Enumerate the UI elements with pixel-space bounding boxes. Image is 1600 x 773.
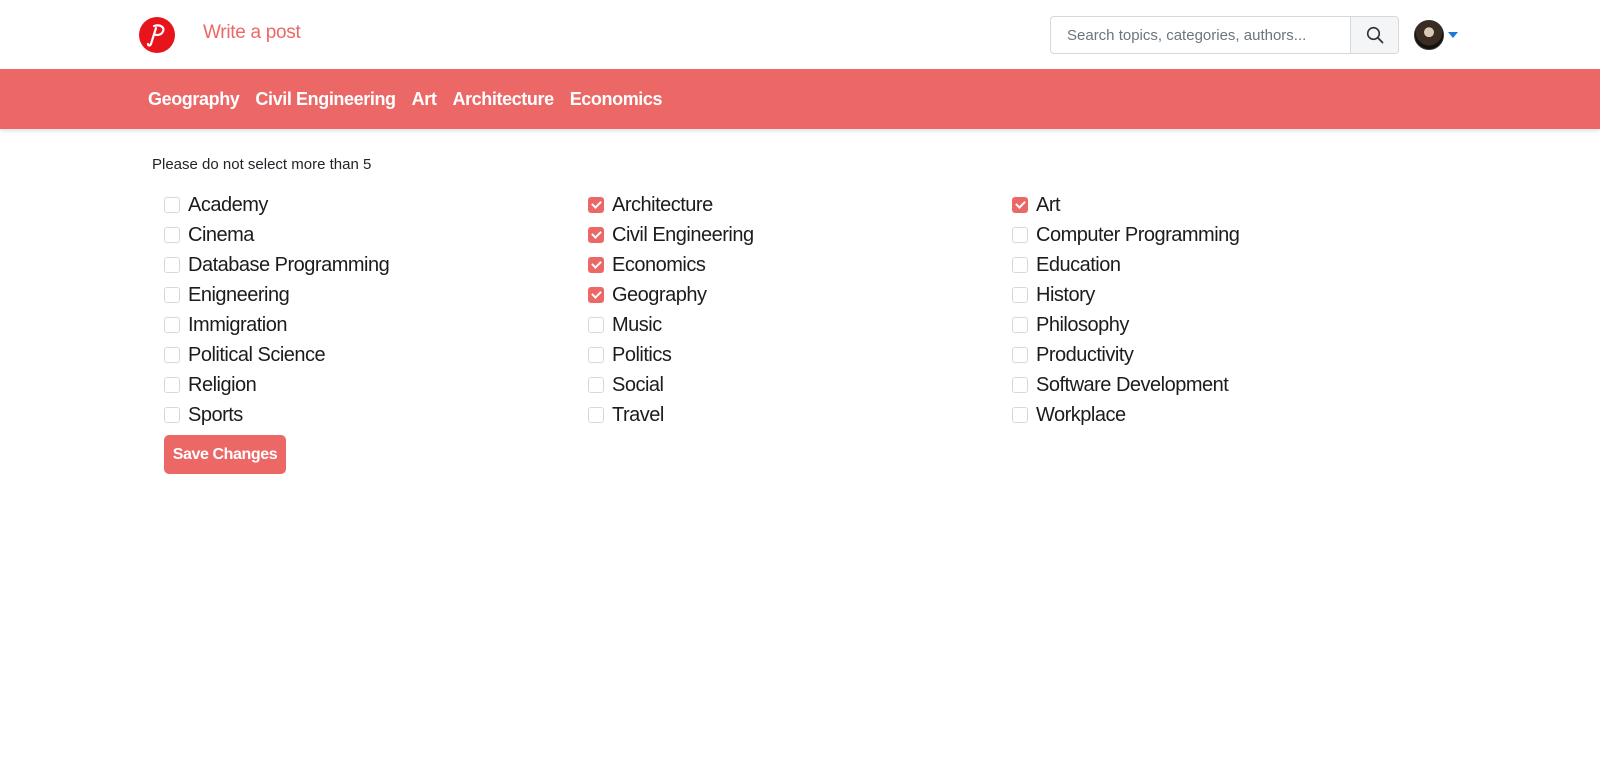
checkbox[interactable] — [1012, 257, 1028, 273]
checkbox[interactable] — [164, 287, 180, 303]
topic-label: Political Science — [188, 343, 326, 366]
topic-label: Religion — [188, 373, 257, 396]
topic-option[interactable]: Music — [588, 310, 1012, 340]
topic-option[interactable]: Database Programming — [164, 250, 588, 280]
topic-option[interactable]: Workplace — [1012, 400, 1436, 430]
topic-option[interactable]: History — [1012, 280, 1436, 310]
topic-label: Philosophy — [1036, 313, 1129, 336]
nav-item-economics[interactable]: Economics — [570, 89, 663, 110]
chevron-down-icon[interactable] — [1448, 32, 1458, 38]
topic-label: Workplace — [1036, 403, 1126, 426]
topic-label: Sports — [188, 403, 243, 426]
search-bar — [1050, 16, 1399, 54]
topic-label: Education — [1036, 253, 1121, 276]
topic-option[interactable]: Economics — [588, 250, 1012, 280]
topic-label: Database Programming — [188, 253, 390, 276]
checkbox[interactable] — [164, 227, 180, 243]
topic-option[interactable]: Immigration — [164, 310, 588, 340]
topic-label: Music — [612, 313, 662, 336]
topic-option[interactable]: Computer Programming — [1012, 220, 1436, 250]
topic-option[interactable]: Social — [588, 370, 1012, 400]
checkbox-checked[interactable] — [1012, 197, 1028, 213]
checkbox[interactable] — [1012, 227, 1028, 243]
topic-option[interactable]: Academy — [164, 190, 588, 220]
checkbox[interactable] — [164, 377, 180, 393]
topic-option[interactable]: Education — [1012, 250, 1436, 280]
checkbox[interactable] — [588, 377, 604, 393]
topic-label: Enigneering — [188, 283, 290, 306]
topic-label: Software Development — [1036, 373, 1229, 396]
topic-option[interactable]: Geography — [588, 280, 1012, 310]
topic-label: Social — [612, 373, 664, 396]
checkbox-checked[interactable] — [588, 227, 604, 243]
nav-item-civil-engineering[interactable]: Civil Engineering — [255, 89, 396, 110]
topic-option[interactable]: Politics — [588, 340, 1012, 370]
topic-label: Immigration — [188, 313, 287, 336]
checkbox[interactable] — [1012, 317, 1028, 333]
checkbox[interactable] — [588, 407, 604, 423]
topic-label: Economics — [612, 253, 706, 276]
topic-label: Art — [1036, 193, 1061, 216]
checkbox[interactable] — [164, 407, 180, 423]
checkbox-checked[interactable] — [588, 197, 604, 213]
topic-option[interactable]: Enigneering — [164, 280, 588, 310]
topic-label: Productivity — [1036, 343, 1134, 366]
topic-label: Geography — [612, 283, 707, 306]
checkbox[interactable] — [1012, 407, 1028, 423]
checkbox[interactable] — [1012, 377, 1028, 393]
topic-label: Travel — [612, 403, 664, 426]
topic-label: Cinema — [188, 223, 254, 246]
nav-item-art[interactable]: Art — [412, 89, 437, 110]
checkbox-checked[interactable] — [588, 257, 604, 273]
topic-option[interactable]: Travel — [588, 400, 1012, 430]
checkbox[interactable] — [1012, 287, 1028, 303]
topic-option[interactable]: Software Development — [1012, 370, 1436, 400]
topic-label: Politics — [612, 343, 672, 366]
checkbox[interactable] — [164, 317, 180, 333]
search-button[interactable] — [1350, 17, 1398, 53]
checkbox[interactable] — [164, 197, 180, 213]
topic-option[interactable]: Productivity — [1012, 340, 1436, 370]
checkbox-checked[interactable] — [588, 287, 604, 303]
checkbox[interactable] — [1012, 347, 1028, 363]
topic-option[interactable]: Art — [1012, 190, 1436, 220]
search-input[interactable] — [1051, 17, 1350, 53]
checkbox[interactable] — [588, 317, 604, 333]
logo-icon[interactable] — [139, 17, 175, 53]
category-nav: Geography Civil Engineering Art Architec… — [0, 69, 1600, 129]
user-avatar[interactable] — [1414, 20, 1444, 50]
topic-label: History — [1036, 283, 1095, 306]
top-header: Write a post — [0, 0, 1600, 69]
checkbox[interactable] — [588, 347, 604, 363]
write-post-link[interactable]: Write a post — [203, 22, 301, 44]
topic-label: Academy — [188, 193, 268, 216]
topic-label: Computer Programming — [1036, 223, 1240, 246]
selection-limit-notice: Please do not select more than 5 — [152, 156, 372, 173]
topic-label: Civil Engineering — [612, 223, 754, 246]
topic-option[interactable]: Political Science — [164, 340, 588, 370]
topic-option[interactable]: Sports — [164, 400, 588, 430]
search-icon — [1366, 26, 1383, 44]
topic-option[interactable]: Cinema — [164, 220, 588, 250]
topic-checkbox-grid: Academy Architecture Art Cinema Civil Engine… — [164, 190, 1436, 430]
checkbox[interactable] — [164, 347, 180, 363]
nav-item-architecture[interactable]: Architecture — [452, 89, 554, 110]
save-changes-button[interactable]: Save Changes — [164, 435, 286, 474]
topic-option[interactable]: Religion — [164, 370, 588, 400]
checkbox[interactable] — [164, 257, 180, 273]
topic-option[interactable]: Civil Engineering — [588, 220, 1012, 250]
topic-option[interactable]: Philosophy — [1012, 310, 1436, 340]
topic-option[interactable]: Architecture — [588, 190, 1012, 220]
nav-item-geography[interactable]: Geography — [148, 89, 240, 110]
topic-label: Architecture — [612, 193, 713, 216]
